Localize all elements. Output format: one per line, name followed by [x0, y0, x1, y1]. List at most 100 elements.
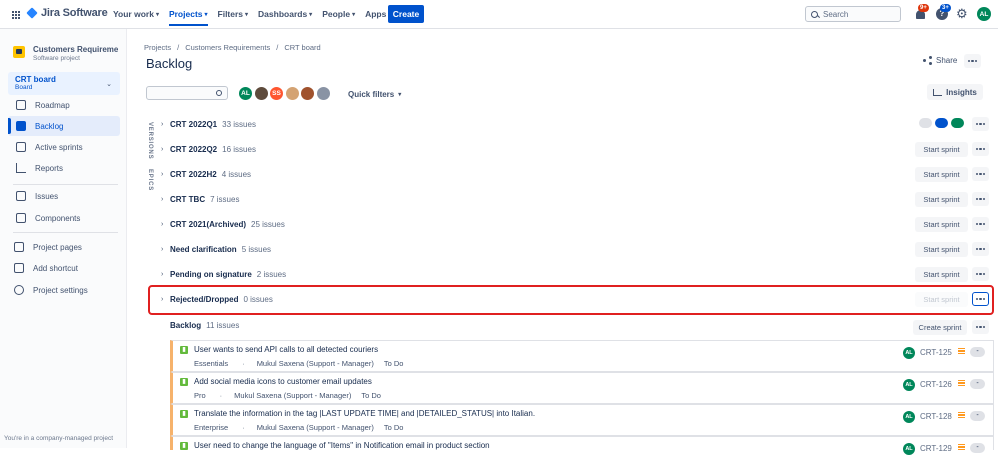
- nav-filters[interactable]: Filters ▾: [218, 7, 249, 21]
- avatar[interactable]: [252, 85, 270, 102]
- board-selector[interactable]: CRT board Board ⌄: [8, 72, 120, 95]
- sprint-row[interactable]: › CRT 2022Q2 16 issues Start sprint: [157, 140, 998, 160]
- issue-row[interactable]: ▮ User wants to send API calls to all de…: [170, 340, 994, 372]
- issue-key[interactable]: CRT-128: [920, 412, 952, 421]
- issue-epic[interactable]: Pro: [194, 391, 206, 400]
- breadcrumb-board[interactable]: CRT board: [284, 43, 320, 52]
- start-sprint-button[interactable]: Start sprint: [915, 192, 968, 207]
- sidebar-item-project-settings[interactable]: Project settings: [8, 280, 120, 300]
- issue-key[interactable]: CRT-125: [920, 348, 952, 357]
- app-switcher-icon[interactable]: [11, 10, 20, 19]
- avatar[interactable]: [314, 85, 332, 102]
- quick-filters-dropdown[interactable]: Quick filters ▾: [341, 86, 408, 102]
- sidebar-item-issues[interactable]: Issues: [8, 186, 120, 206]
- chevron-right-icon[interactable]: ›: [161, 271, 163, 278]
- issue-summary[interactable]: Translate the information in the tag |LA…: [194, 409, 535, 418]
- sidebar-item-roadmap[interactable]: Roadmap: [8, 95, 120, 115]
- user-avatar[interactable]: AL: [977, 7, 991, 21]
- story-points-estimate[interactable]: -: [970, 379, 985, 389]
- issue-status[interactable]: To Do: [384, 359, 404, 368]
- sidebar-item-reports[interactable]: Reports: [8, 158, 120, 178]
- avatar[interactable]: [283, 85, 301, 102]
- issue-key[interactable]: CRT-126: [920, 380, 952, 389]
- settings-gear-icon[interactable]: ⚙: [956, 7, 968, 20]
- avatar[interactable]: [299, 85, 316, 102]
- issue-epic[interactable]: Enterprise: [194, 423, 228, 432]
- chevron-right-icon[interactable]: ›: [161, 246, 163, 253]
- backlog-search-input[interactable]: [146, 86, 228, 100]
- project-header[interactable]: Customers Requireme Software project: [13, 45, 118, 62]
- sprint-more-actions-button[interactable]: [972, 242, 989, 256]
- create-button[interactable]: Create: [388, 5, 424, 23]
- reports-icon: [16, 163, 26, 173]
- issue-summary[interactable]: Add social media icons to customer email…: [194, 377, 372, 386]
- search-input[interactable]: Search: [805, 6, 901, 22]
- sprint-row[interactable]: › CRT 2021(Archived) 25 issues Start spri…: [157, 215, 998, 235]
- issue-epic[interactable]: Essentials: [194, 359, 228, 368]
- create-sprint-button[interactable]: Create sprint: [913, 320, 967, 335]
- chevron-right-icon[interactable]: ›: [161, 196, 163, 203]
- story-points-estimate[interactable]: -: [970, 411, 985, 421]
- avatar[interactable]: AL: [903, 379, 915, 391]
- breadcrumb-projects[interactable]: Projects: [144, 43, 171, 52]
- breadcrumb-project[interactable]: Customers Requirements: [185, 43, 270, 52]
- sprint-row[interactable]: › CRT 2022H2 4 issues Start sprint: [157, 165, 998, 185]
- issue-status[interactable]: To Do: [384, 423, 404, 432]
- chevron-right-icon[interactable]: ›: [161, 221, 163, 228]
- avatar[interactable]: AL: [903, 443, 915, 455]
- sprint-row[interactable]: › Need clarification 5 issues Start sprin…: [157, 240, 998, 260]
- nav-dashboards[interactable]: Dashboards ▾: [258, 7, 312, 21]
- avatar[interactable]: SS: [268, 85, 285, 102]
- story-points-estimate[interactable]: -: [970, 443, 985, 453]
- avatar[interactable]: AL: [237, 85, 254, 102]
- sprint-row[interactable]: › Pending on signature 2 issues Start spr…: [157, 265, 998, 285]
- backlog-more-actions-button[interactable]: [972, 320, 989, 334]
- nav-projects[interactable]: Projects ▾: [168, 7, 208, 26]
- sidebar-item-active-sprints[interactable]: Active sprints: [8, 137, 120, 157]
- story-points-estimate[interactable]: -: [970, 347, 985, 357]
- sidebar-item-backlog[interactable]: Backlog: [8, 116, 120, 136]
- backlog-name: Backlog: [170, 321, 202, 330]
- start-sprint-button[interactable]: Start sprint: [915, 242, 968, 257]
- sprint-issue-count: 25 issues: [251, 220, 285, 229]
- versions-panel-toggle[interactable]: VERSIONS: [147, 122, 153, 159]
- sprint-more-actions-button[interactable]: [972, 267, 989, 281]
- issue-key[interactable]: CRT-129: [920, 444, 952, 453]
- start-sprint-button[interactable]: Start sprint: [915, 142, 968, 157]
- sprint-more-actions-button[interactable]: [972, 192, 989, 206]
- sidebar-item-components[interactable]: Components: [8, 208, 120, 228]
- sprint-more-actions-button[interactable]: [972, 142, 989, 156]
- page-more-actions-button[interactable]: [964, 54, 981, 68]
- issues-icon: [16, 191, 26, 201]
- sprint-issue-count: 4 issues: [221, 170, 252, 179]
- sprint-more-actions-button[interactable]: [972, 167, 989, 181]
- issue-row[interactable]: ▮ Translate the information in the tag |…: [170, 404, 994, 436]
- chevron-right-icon[interactable]: ›: [161, 121, 163, 128]
- sidebar-item-project-pages[interactable]: Project pages: [8, 237, 120, 257]
- sprint-row[interactable]: › CRT 2022Q1 33 issues: [157, 115, 998, 135]
- start-sprint-button[interactable]: Start sprint: [915, 267, 968, 282]
- issue-summary[interactable]: User wants to send API calls to all dete…: [194, 345, 378, 354]
- jira-logo[interactable]: Jira Software: [27, 7, 108, 19]
- nav-your-work[interactable]: Your work ▾: [113, 7, 159, 21]
- chevron-right-icon[interactable]: ›: [161, 146, 163, 153]
- issue-status[interactable]: To Do: [361, 391, 381, 400]
- epics-panel-toggle[interactable]: EPICS: [147, 169, 153, 191]
- sidebar-item-add-shortcut[interactable]: Add shortcut: [8, 258, 120, 278]
- start-sprint-button[interactable]: Start sprint: [915, 167, 968, 182]
- share-button[interactable]: Share: [923, 56, 957, 65]
- sprint-more-actions-button[interactable]: [972, 217, 989, 231]
- insights-button[interactable]: Insights: [927, 84, 983, 100]
- sprint-name: CRT 2022H2: [170, 170, 217, 179]
- chevron-right-icon[interactable]: ›: [161, 171, 163, 178]
- nav-people[interactable]: People ▾: [322, 7, 355, 21]
- issue-summary[interactable]: User need to change the language of "Ite…: [194, 441, 490, 450]
- priority-medium-icon: [958, 412, 965, 418]
- avatar[interactable]: AL: [903, 347, 915, 359]
- issue-row[interactable]: ▮ Add social media icons to customer ema…: [170, 372, 994, 404]
- start-sprint-button[interactable]: Start sprint: [915, 217, 968, 232]
- sprint-row[interactable]: › CRT TBC 7 issues Start sprint: [157, 190, 998, 210]
- avatar[interactable]: AL: [903, 411, 915, 423]
- sprint-more-actions-button[interactable]: [972, 117, 989, 131]
- story-icon: ▮: [180, 378, 188, 386]
